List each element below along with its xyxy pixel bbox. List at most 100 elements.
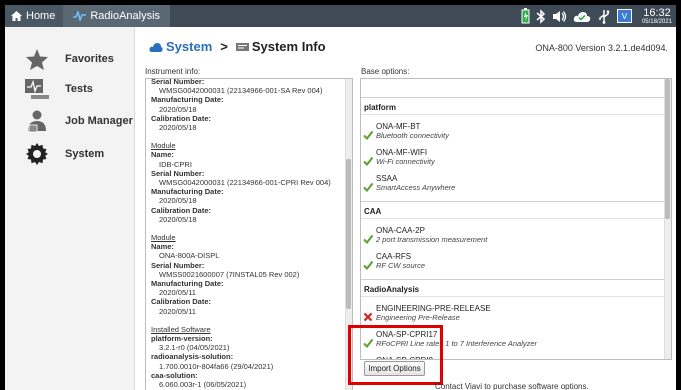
option-row: SSAA SmartAccess Anywhere <box>361 171 664 197</box>
option-description: SmartAccess Anywhere <box>376 183 456 192</box>
check-icon <box>363 127 374 141</box>
main-content: System > System Info ONA-800 Version 3.2… <box>135 27 676 390</box>
breadcrumb: System > System Info <box>149 39 326 54</box>
svg-text:V: V <box>622 12 628 21</box>
scrollbar-thumb[interactable] <box>346 159 351 309</box>
tests-icon <box>23 77 51 101</box>
job-manager-icon <box>23 109 51 133</box>
option-group-header: platform <box>361 99 664 115</box>
option-name: CAA-RFS <box>376 252 412 261</box>
vnc-icon[interactable]: V <box>616 9 632 23</box>
info-value: 2020/05/18 <box>159 104 197 114</box>
breadcrumb-system[interactable]: System <box>166 39 212 54</box>
info-key: Manufacturing Date: <box>151 187 224 197</box>
sidebar-item-tests[interactable]: Tests <box>5 74 135 104</box>
check-icon <box>363 257 374 271</box>
option-group-header: CAA <box>361 203 664 219</box>
info-value: WMSG0042000031 (22134966-001-SA Rev 004) <box>159 86 323 96</box>
info-key: Name: <box>151 150 174 160</box>
breadcrumb-separator: > <box>220 39 228 54</box>
info-key: Calibration Date: <box>151 297 212 307</box>
info-value: 3.2.1-r0 (04/05/2021) <box>159 343 230 353</box>
sidebar-item-label: Tests <box>65 83 93 95</box>
info-value: WMSS0021600007 (7INSTAL05 Rev 002) <box>159 269 300 279</box>
info-value: 2020/05/18 <box>159 214 197 224</box>
clock-date: 05/18/2021 <box>641 18 672 25</box>
battery-icon <box>521 8 530 24</box>
info-key: Serial Number: <box>151 78 205 86</box>
info-section-heading: Module <box>151 141 176 151</box>
option-name: SSAA <box>376 174 398 183</box>
scrollbar-thumb[interactable] <box>665 79 670 219</box>
info-key: Serial Number: <box>151 260 205 270</box>
info-section-heading: Installed Software <box>151 324 211 334</box>
instrument-info-panel[interactable]: Serial Number: WMSG0042000031 (22134966-0… <box>145 78 353 390</box>
sidebar-item-system[interactable]: System <box>5 139 135 169</box>
highlight-box <box>348 325 443 385</box>
sidebar-item-label: Favorites <box>65 53 114 65</box>
system-cloud-icon <box>149 42 163 52</box>
sidebar-item-job-manager[interactable]: Job Manager <box>5 106 135 136</box>
info-value: 2020/05/18 <box>159 123 197 133</box>
clock-time: 16:32 <box>643 6 671 19</box>
sidebar: Favorites Tests Job Manager System <box>5 27 135 390</box>
system-info-icon <box>235 42 249 51</box>
option-name: ENGINEERING-PRE-RELEASE <box>376 304 491 313</box>
info-value: IDB-CPRI <box>159 159 192 169</box>
cloud-check-icon[interactable] <box>573 10 591 23</box>
check-icon <box>363 231 374 245</box>
option-description: Bluetooth connectivity <box>376 131 449 140</box>
status-area: V 16:32 05/18/2021 <box>521 5 672 27</box>
gear-icon <box>23 142 51 166</box>
base-options-scrollbar[interactable] <box>664 79 671 359</box>
breadcrumb-current: System Info <box>251 39 326 54</box>
info-key: platform-version: <box>151 334 213 344</box>
info-section-heading: Module <box>151 233 176 243</box>
star-icon <box>23 47 51 71</box>
info-key: Serial Number: <box>151 168 205 178</box>
home-tab-label: Home <box>26 10 56 22</box>
option-row: ONA-MF-WIFI Wi-Fi connectivity <box>361 145 664 171</box>
info-key: Manufacturing Date: <box>151 95 224 105</box>
usb-icon <box>597 9 611 24</box>
info-key: Calibration Date: <box>151 205 212 215</box>
option-description: Wi-Fi connectivity <box>376 157 435 166</box>
option-group-header: RadioAnalysis <box>361 281 664 297</box>
info-value: ONA-800A-DISPL <box>159 251 220 261</box>
option-description: RF CW source <box>376 261 426 270</box>
sidebar-item-favorites[interactable]: Favorites <box>5 44 135 74</box>
info-value: 1.700.0010r-804fa66 (29/04/2021) <box>159 361 274 371</box>
bluetooth-icon[interactable] <box>536 8 546 24</box>
version-label: ONA-800 Version 3.2.1.de4d094. <box>535 43 668 53</box>
option-description: 2 port transmission measurement <box>376 235 488 244</box>
info-value: 2020/05/11 <box>159 306 196 316</box>
info-value: 2020/05/18 <box>159 196 197 206</box>
instrument-info-list: Serial Number: WMSG0042000031 (22134966-0… <box>151 78 341 389</box>
info-key: caa-solution: <box>151 370 198 380</box>
instrument-info-title: Instrument info: <box>145 67 201 76</box>
option-name: ONA-MF-WIFI <box>376 148 428 157</box>
home-tab[interactable]: Home <box>5 5 64 27</box>
info-key: Calibration Date: <box>151 113 212 123</box>
option-description: Engineering Pre-Release <box>376 313 460 322</box>
cross-icon <box>363 309 373 322</box>
info-key: Manufacturing Date: <box>151 279 224 289</box>
home-icon <box>11 11 22 21</box>
option-row: CAA-RFS RF CW source <box>361 249 664 275</box>
check-icon <box>363 153 374 167</box>
option-row: ENGINEERING-PRE-RELEASE Engineering Pre-R… <box>361 301 664 327</box>
option-row: ONA-CAA-2P 2 port transmission measuremen… <box>361 223 664 249</box>
base-options-title: Base options: <box>361 67 410 76</box>
sidebar-item-label: System <box>65 148 105 160</box>
option-row: ONA-MF-BT Bluetooth connectivity <box>361 119 664 145</box>
option-name: ONA-CAA-2P <box>376 226 425 235</box>
group-divider <box>361 279 664 280</box>
radioanalysis-tab[interactable]: RadioAnalysis <box>63 5 171 27</box>
group-divider <box>361 201 664 202</box>
info-value: WMSG0042000031 (22134966-001-CPRI Rev 00… <box>159 178 331 188</box>
check-icon <box>363 179 374 193</box>
radioanalysis-tab-label: RadioAnalysis <box>90 10 161 22</box>
base-options-panel[interactable]: platform ONA-MF-BT Bluetooth connectivity O… <box>360 78 672 360</box>
speaker-icon[interactable] <box>552 10 567 23</box>
info-key: Name: <box>151 242 174 252</box>
